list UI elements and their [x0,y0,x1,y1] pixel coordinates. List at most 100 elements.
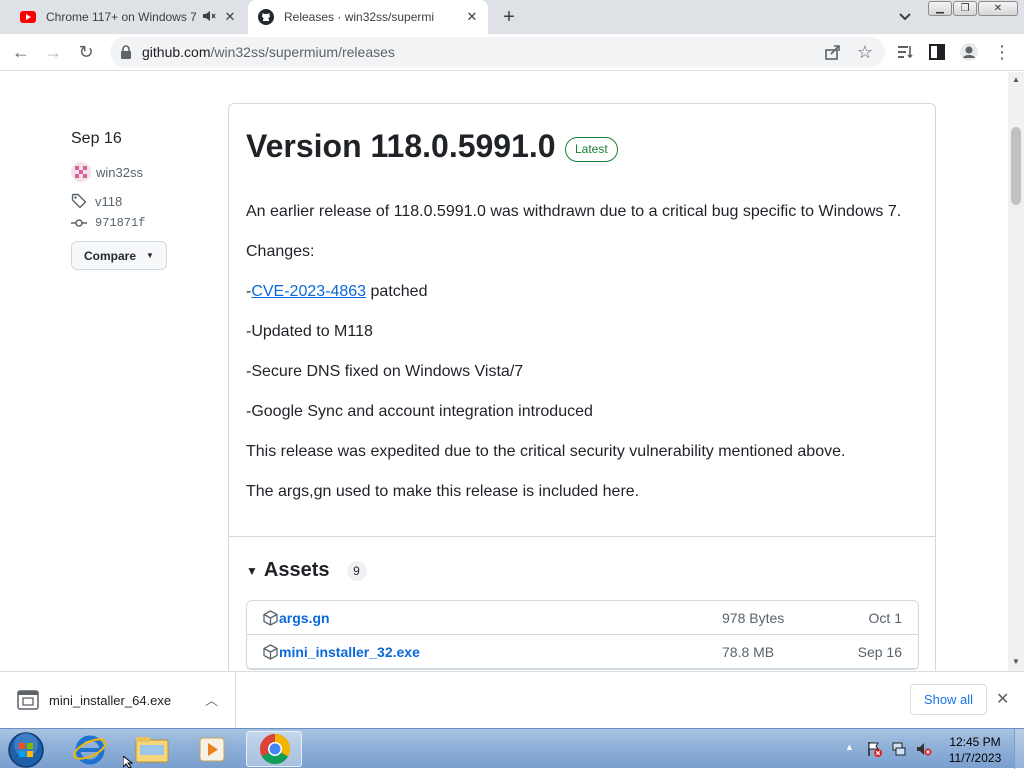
author-name[interactable]: win32ss [96,165,143,180]
release-note-paragraph: -Secure DNS fixed on Windows Vista/7 [246,363,524,380]
url-host: github.com [142,44,211,60]
tab-github-releases[interactable]: Releases · win32ss/supermium · G ✕ [248,0,488,34]
release-commit[interactable]: 971871f [71,215,145,231]
compare-label: Compare [84,248,137,263]
taskbar-internet-explorer[interactable] [62,731,118,767]
tab-strip: Chrome 117+ on Windows 7 ✕ Releases · wi… [0,0,1024,34]
installer-file-icon [17,690,39,710]
chrome-icon [259,734,291,765]
asset-size: 978 Bytes [722,610,785,626]
tab-youtube[interactable]: Chrome 117+ on Windows 7 ✕ [10,0,246,34]
internet-explorer-icon [73,735,107,765]
show-hidden-icons-arrow-icon[interactable]: ▲ [845,742,854,752]
reading-list-icon[interactable] [895,42,915,62]
release-note-paragraph: This release was expedited due to the cr… [246,443,846,460]
download-shelf: mini_installer_64.exe ︿ Show all ✕ [0,671,1024,728]
url-path: /win32ss/supermium/releases [210,44,395,60]
release-note-paragraph: -Updated to M118 [246,323,373,340]
lock-icon[interactable] [120,45,132,59]
download-filename: mini_installer_64.exe [49,693,172,708]
asset-row: args.gn 978 Bytes Oct 1 [247,601,918,635]
scroll-up-arrow-icon[interactable]: ▲ [1012,75,1020,84]
windows-taskbar: ▲ 12:45 PM 11/7/2023 [0,728,1024,769]
release-note-paragraph: The args,gn used to make this release is… [246,483,640,500]
release-author[interactable]: win32ss [71,162,143,182]
release-note-paragraph: -Google Sync and account integration int… [246,403,593,420]
scroll-down-arrow-icon[interactable]: ▼ [1012,657,1020,666]
release-note-paragraph: Changes: [246,243,315,260]
patched-text: patched [366,283,428,300]
taskbar-chrome[interactable] [246,731,302,767]
commit-icon [71,219,87,227]
url-text[interactable]: github.com/win32ss/supermium/releases [142,44,395,60]
media-player-icon [199,737,225,762]
release-title[interactable]: Version 118.0.5991.0 [246,128,556,165]
asset-date: Oct 1 [868,610,902,626]
release-date: Sep 16 [71,130,122,147]
assets-toggle[interactable]: ▼ Assets 9 [246,559,367,582]
clock-time: 12:45 PM [949,735,1001,749]
commit-sha: 971871f [95,216,146,230]
youtube-icon [20,11,36,23]
release-card: Version 118.0.5991.0 Latest An earlier r… [228,103,936,671]
volume-muted-icon[interactable] [916,741,932,757]
system-clock[interactable]: 12:45 PM 11/7/2023 [940,734,1010,766]
mute-icon[interactable] [202,9,216,23]
release-tag[interactable]: v118 [71,193,122,209]
download-item[interactable]: mini_installer_64.exe ︿ [0,672,236,728]
show-desktop-button[interactable] [1014,729,1024,769]
package-icon [263,644,278,660]
package-icon [263,610,278,626]
tag-label: v118 [95,193,123,209]
reload-icon[interactable]: ↻ [76,42,96,62]
side-panel-icon[interactable] [927,42,947,62]
close-window-button[interactable]: ✕ [978,1,1018,16]
forward-arrow-icon[interactable]: → [43,42,63,62]
assets-title: Assets [263,559,330,581]
address-bar[interactable]: github.com/win32ss/supermium/releases [110,37,885,67]
bookmark-star-icon[interactable]: ☆ [855,42,875,62]
action-center-flag-icon[interactable] [866,741,882,757]
asset-link[interactable]: mini_installer_32.exe [279,644,420,660]
close-shelf-icon[interactable]: ✕ [996,689,1009,709]
divider [229,536,935,537]
caret-down-icon: ▼ [146,251,154,260]
avatar[interactable] [71,162,91,182]
chevron-up-icon[interactable]: ︿ [205,690,218,709]
scrollbar-thumb[interactable] [1011,127,1021,205]
asset-link[interactable]: args.gn [279,610,330,626]
close-tab-icon[interactable]: ✕ [222,9,238,25]
menu-dots-icon[interactable]: ⋮ [992,42,1012,62]
restore-window-button[interactable]: ❐ [953,1,977,16]
assets-list: args.gn 978 Bytes Oct 1 mini_installer_3… [246,600,919,670]
browser-toolbar: ← → ↻ github.com/win32ss/supermium/relea… [0,34,1024,71]
clock-date: 11/7/2023 [948,751,1002,765]
vertical-scrollbar[interactable]: ▲ ▼ [1008,72,1024,671]
profile-avatar-icon[interactable] [959,42,979,62]
close-tab-icon[interactable]: ✕ [464,9,480,25]
assets-count-badge: 9 [346,560,367,581]
start-orb-icon[interactable] [7,731,45,769]
tab-search-chevron-icon[interactable] [896,8,914,26]
release-note-paragraph: An earlier release of 118.0.5991.0 was w… [246,203,902,220]
asset-date: Sep 16 [857,644,902,660]
network-icon[interactable] [891,741,907,757]
tag-icon [71,193,87,209]
new-tab-button[interactable]: + [498,6,520,29]
github-icon [258,9,274,25]
asset-size: 78.8 MB [722,644,775,660]
tab-title: Chrome 117+ on Windows 7 [46,10,196,24]
page-viewport: Sep 16 win32ss v118 971871f Compare ▼ Ve… [0,72,1008,671]
minimize-window-button[interactable]: ▁ [928,1,952,16]
share-icon[interactable] [823,42,843,62]
asset-row: mini_installer_32.exe 78.8 MB Sep 16 [247,635,918,669]
back-arrow-icon[interactable]: ← [11,42,31,62]
release-note-cve-line: -CVE-2023-4863 patched [246,283,427,301]
taskbar-media-player[interactable] [184,731,240,767]
cve-link[interactable]: CVE-2023-4863 [251,283,366,300]
latest-badge: Latest [565,137,618,162]
mouse-cursor-icon [123,756,134,768]
compare-button[interactable]: Compare ▼ [71,241,167,270]
disclosure-triangle-icon: ▼ [246,563,258,578]
show-all-downloads-button[interactable]: Show all [910,684,987,715]
